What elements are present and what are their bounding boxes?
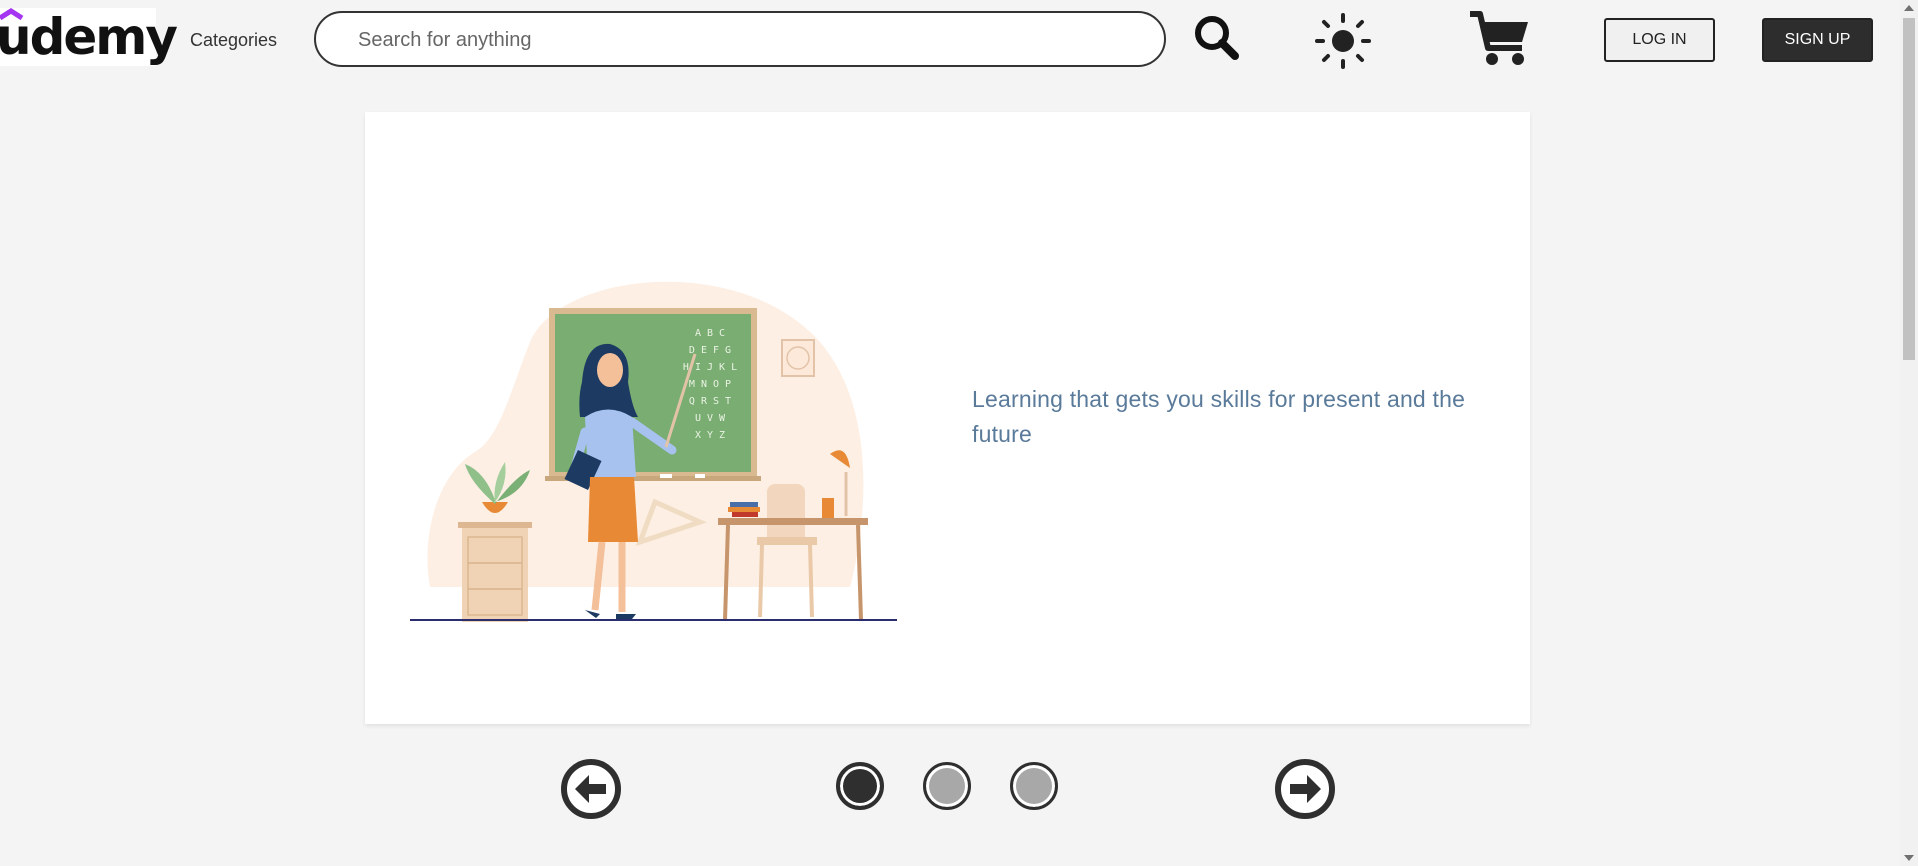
carousel-dot-3[interactable]	[1010, 762, 1058, 810]
search-bar	[314, 11, 1166, 67]
log-in-label: LOG IN	[1632, 31, 1687, 48]
teacher-classroom-illustration: A B C D E F G H I J K L M N O P Q R S T …	[410, 281, 897, 622]
chalk-line: X Y Z	[695, 430, 725, 441]
sign-up-label: SIGN UP	[1784, 31, 1851, 48]
search-icon[interactable]	[1193, 14, 1241, 62]
arrow-right-circle-icon[interactable]	[1274, 758, 1336, 820]
logo-text: udemy	[0, 8, 178, 66]
arrow-left-circle-icon[interactable]	[560, 758, 622, 820]
vertical-scrollbar[interactable]	[1900, 0, 1918, 866]
chalk-line: Q R S T	[689, 396, 731, 407]
chalk-line: A B C	[695, 328, 725, 339]
hero-tagline: Learning that gets you skills for presen…	[972, 386, 1466, 447]
sign-up-button[interactable]: SIGN UP	[1762, 18, 1873, 62]
chalk-line: U V W	[695, 413, 726, 424]
top-navigation-bar: udemy Categories LOG IN SIGN UP	[0, 0, 1900, 78]
cart-icon[interactable]	[1468, 10, 1532, 68]
scrollbar-thumb[interactable]	[1903, 18, 1915, 360]
categories-link[interactable]: Categories	[190, 30, 277, 51]
scroll-up-arrow-icon[interactable]	[1904, 5, 1914, 11]
search-input[interactable]	[356, 23, 1120, 57]
hero-carousel-slide: A B C D E F G H I J K L M N O P Q R S T …	[365, 112, 1530, 724]
carousel-dot-1[interactable]	[836, 762, 884, 810]
logo-hat-icon	[0, 8, 24, 21]
chalk-line: M N O P	[689, 379, 731, 390]
scroll-down-arrow-icon[interactable]	[1904, 855, 1914, 861]
udemy-logo[interactable]: udemy	[0, 8, 178, 66]
sun-icon[interactable]	[1315, 13, 1371, 69]
log-in-button[interactable]: LOG IN	[1604, 18, 1715, 62]
carousel-dot-2[interactable]	[923, 762, 971, 810]
